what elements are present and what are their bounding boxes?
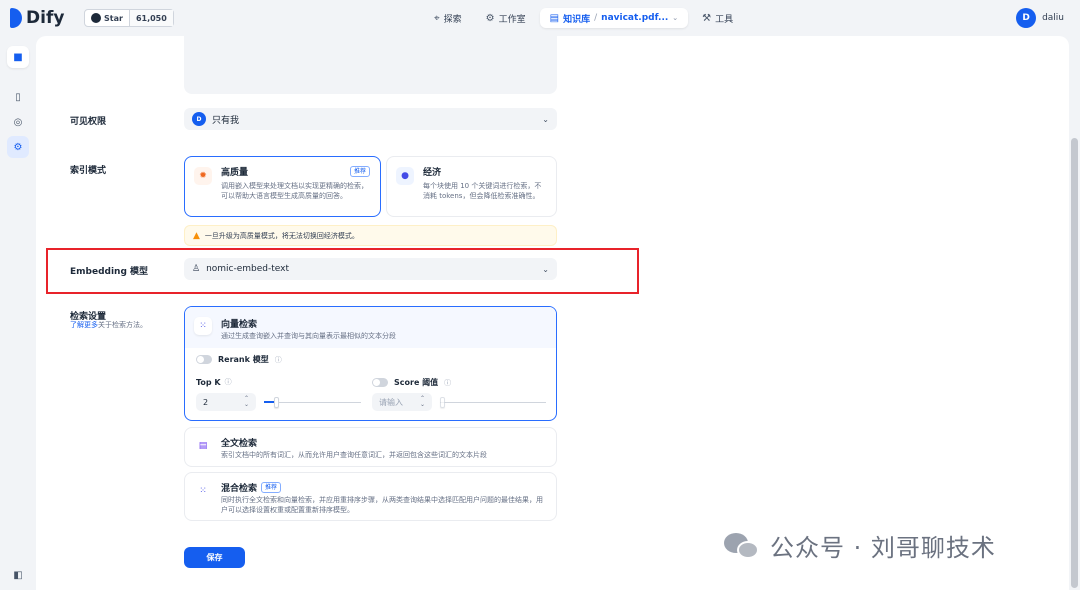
rerank-label: Rerank 模型 bbox=[218, 355, 269, 364]
rerank-toggle[interactable] bbox=[196, 355, 212, 364]
recommended-badge: 推荐 bbox=[349, 166, 370, 177]
score-label: Score 阈值 bbox=[394, 378, 439, 387]
visibility-label: 可见权限 bbox=[70, 117, 107, 127]
economy-title: 经济 bbox=[423, 168, 442, 178]
user-menu[interactable]: D daliu bbox=[1016, 8, 1064, 28]
save-button[interactable]: 保存 bbox=[184, 547, 245, 568]
learn-more-link[interactable]: 了解更多 bbox=[70, 321, 98, 329]
dify-logo[interactable]: Dify bbox=[10, 8, 64, 28]
compass-icon: ⌖ bbox=[434, 12, 440, 24]
user-name: daliu bbox=[1042, 13, 1064, 23]
topk-row: Top K ⓘ bbox=[196, 377, 232, 387]
learn-more-suffix: 关于检索方法。 bbox=[98, 321, 147, 329]
nav-studio-label: 工作室 bbox=[498, 14, 526, 25]
fulltext-title: 全文检索 bbox=[221, 439, 258, 449]
main-nav: ⌖ 探索 ⚙ 工作室 ▤ 知识库 / navicat.pdf... ⌄ ⚒ 工具 bbox=[424, 8, 743, 28]
retrieval-hybrid-card[interactable]: ⁙ 混合检索 推荐 同时执行全文检索和向量检索，并应用重排序步骤，从两类查询结果… bbox=[184, 472, 557, 521]
warning-icon: ▲ bbox=[193, 230, 200, 241]
avatar: D bbox=[1016, 8, 1037, 28]
github-star-button[interactable]: Star 61,050 bbox=[84, 9, 174, 27]
stepper-icon[interactable]: ⌃ ⌄ bbox=[244, 396, 249, 408]
github-star-count: 61,050 bbox=[128, 10, 173, 26]
vector-title: 向量检索 bbox=[221, 320, 258, 330]
book-icon: ▤ bbox=[549, 12, 560, 24]
hammer-icon: ⚒ bbox=[702, 12, 712, 24]
score-slider[interactable] bbox=[440, 397, 546, 408]
visibility-value: 只有我 bbox=[212, 115, 240, 126]
help-icon[interactable]: ⓘ bbox=[275, 355, 282, 365]
topk-input[interactable]: 2 ⌃ ⌄ bbox=[196, 393, 256, 411]
dataset-sidebar: ■ ▯ ◎ ⚙ ◧ bbox=[0, 36, 36, 590]
hybrid-title: 混合检索 bbox=[221, 484, 258, 494]
rerank-row: Rerank 模型 ⓘ bbox=[196, 354, 282, 365]
target-icon[interactable]: ◎ bbox=[7, 111, 29, 133]
high-quality-icon: ✹ bbox=[194, 167, 212, 185]
help-icon[interactable]: ⓘ bbox=[225, 377, 232, 387]
chevron-down-icon[interactable]: ⌄ bbox=[672, 14, 678, 22]
index-mode-label: 索引模式 bbox=[70, 166, 107, 176]
scrollbar-thumb[interactable] bbox=[1071, 138, 1078, 588]
retrieval-help: 了解更多关于检索方法。 bbox=[70, 320, 147, 330]
watermark-text: 公众号 · 刘哥聊技术 bbox=[770, 534, 996, 562]
highlight-box bbox=[46, 248, 639, 294]
nav-tools-label: 工具 bbox=[715, 14, 734, 25]
score-row: Score 阈值 ⓘ bbox=[372, 377, 451, 388]
high-quality-title: 高质量 bbox=[221, 168, 249, 178]
dify-logo-mark bbox=[10, 8, 22, 28]
economy-desc: 每个块使用 10 个关键词进行检索，不消耗 tokens，但会降低检索准确性。 bbox=[423, 182, 542, 200]
index-mode-economy[interactable]: ● 经济 每个块使用 10 个关键词进行检索，不消耗 tokens，但会降低检索… bbox=[386, 156, 557, 217]
vector-grid-icon: ⁙ bbox=[194, 317, 212, 335]
help-icon[interactable]: ⓘ bbox=[444, 378, 451, 388]
document-icon[interactable]: ▯ bbox=[7, 86, 29, 108]
fulltext-desc: 索引文档中的所有词汇，从而允许用户查询任意词汇，并返回包含这些词汇的文本片段 bbox=[221, 451, 487, 459]
visibility-avatar: D bbox=[192, 112, 206, 126]
topk-value: 2 bbox=[203, 397, 209, 407]
robot-icon: ⚙ bbox=[485, 12, 495, 24]
score-placeholder: 请输入 bbox=[379, 397, 403, 407]
wechat-icon bbox=[724, 531, 762, 561]
piggy-bank-icon: ● bbox=[396, 167, 414, 185]
index-mode-warning: ▲ 一旦升级为高质量模式，将无法切换回经济模式。 bbox=[184, 225, 557, 246]
github-icon bbox=[91, 13, 101, 23]
logo-text: Dify bbox=[26, 8, 65, 28]
score-toggle[interactable] bbox=[372, 378, 388, 387]
github-star-label: Star bbox=[104, 13, 123, 23]
index-mode-high-quality[interactable]: ✹ 高质量 调用嵌入模型来处理文档以实现更精确的检索，可以帮助大语言模型生成高质… bbox=[184, 156, 381, 217]
scrollbar[interactable] bbox=[1069, 36, 1080, 590]
settings-icon[interactable]: ⚙ bbox=[7, 136, 29, 158]
topk-label: Top K bbox=[196, 377, 221, 387]
nav-explore-label: 探索 bbox=[443, 14, 462, 25]
folder-icon[interactable]: ■ bbox=[7, 46, 29, 68]
breadcrumb-separator: / bbox=[594, 13, 598, 23]
retrieval-fulltext-card[interactable]: ▤ 全文检索 索引文档中的所有词汇，从而允许用户查询任意词汇，并返回包含这些词汇… bbox=[184, 427, 557, 467]
nav-studio[interactable]: ⚙ 工作室 bbox=[476, 8, 536, 28]
nav-explore[interactable]: ⌖ 探索 bbox=[424, 8, 472, 28]
nav-tools[interactable]: ⚒ 工具 bbox=[692, 8, 743, 28]
chevron-down-icon: ⌄ bbox=[542, 114, 549, 124]
high-quality-desc: 调用嵌入模型来处理文档以实现更精确的检索，可以帮助大语言模型生成高质量的回答。 bbox=[221, 182, 368, 200]
recommended-badge: 推荐 bbox=[261, 482, 282, 493]
dataset-switcher[interactable]: navicat.pdf... bbox=[601, 13, 668, 23]
hybrid-desc: 同时执行全文检索和向量检索，并应用重排序步骤，从两类查询结果中选择匹配用户问题的… bbox=[221, 496, 543, 514]
warning-text: 一旦升级为高质量模式，将无法切换回经济模式。 bbox=[204, 231, 359, 240]
topk-slider[interactable] bbox=[264, 397, 361, 408]
nav-knowledge[interactable]: ▤ 知识库 / navicat.pdf... ⌄ bbox=[539, 8, 689, 28]
description-textarea[interactable] bbox=[184, 36, 557, 94]
fulltext-doc-icon: ▤ bbox=[194, 437, 212, 455]
score-input[interactable]: 请输入 ⌃ ⌄ bbox=[372, 393, 432, 411]
top-bar: Dify Star 61,050 ⌖ 探索 ⚙ 工作室 ▤ 知识库 / navi… bbox=[0, 0, 1080, 36]
hybrid-grid-icon: ⁙ bbox=[194, 482, 212, 500]
stepper-icon[interactable]: ⌃ ⌄ bbox=[420, 396, 425, 408]
collapse-sidebar-icon[interactable]: ◧ bbox=[7, 564, 29, 586]
nav-knowledge-label: 知识库 bbox=[563, 14, 591, 25]
wechat-watermark: 公众号 · 刘哥聊技术 bbox=[724, 528, 996, 563]
vector-desc: 通过生成查询嵌入并查询与其向量表示最相似的文本分段 bbox=[221, 332, 396, 340]
visibility-select[interactable]: D 只有我 ⌄ bbox=[184, 108, 557, 130]
